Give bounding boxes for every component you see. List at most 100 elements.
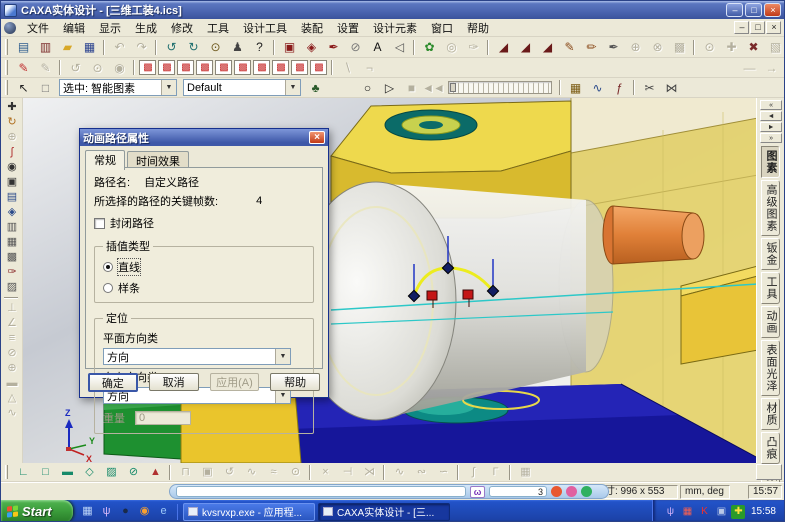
ok-button[interactable]: 确定 <box>88 373 138 392</box>
closed-path-checkbox[interactable] <box>94 218 105 229</box>
new-template-icon[interactable]: ▥ <box>35 39 55 56</box>
cancel-button[interactable]: 取消 <box>149 373 199 391</box>
sketch-corner-icon[interactable]: ∟ <box>13 465 33 480</box>
add-key-position-icon[interactable]: ▦ <box>565 79 585 96</box>
play-animation-icon[interactable]: ▷ <box>379 79 399 96</box>
radio-line[interactable] <box>103 262 113 272</box>
window-maximize-icon[interactable]: □ <box>745 3 762 17</box>
radio-spline-label[interactable]: 样条 <box>118 280 140 296</box>
menu-item-帮助[interactable]: 帮助 <box>460 19 496 37</box>
edit-curve-icon[interactable]: ✒ <box>603 39 623 56</box>
smooth-path-icon[interactable]: ∿ <box>587 79 607 96</box>
toolbar-grip[interactable] <box>5 80 8 94</box>
sketch-hatch-icon[interactable]: ▨ <box>101 465 121 480</box>
catalog-last-icon[interactable]: » <box>760 133 782 143</box>
save-file-icon[interactable]: ▦ <box>79 39 99 56</box>
design-tree-icon[interactable]: ♣ <box>305 79 325 96</box>
window-minimize-icon[interactable]: – <box>726 3 743 17</box>
new-file-icon[interactable]: ▤ <box>13 39 33 56</box>
hole-sphere-icon[interactable]: ▩ <box>291 60 308 75</box>
menu-item-设置[interactable]: 设置 <box>330 19 366 37</box>
zoom-window-icon[interactable]: ▣ <box>2 175 20 190</box>
radio-line-label[interactable]: 直线 <box>118 259 140 275</box>
dialog-title-bar[interactable]: 动画路径属性 × <box>80 129 328 146</box>
edit-profile-icon[interactable]: ✏ <box>581 39 601 56</box>
toolbar-grip[interactable] <box>5 465 8 479</box>
hole-cylinder-icon[interactable]: ▩ <box>272 60 289 75</box>
camera-move-icon[interactable]: ▥ <box>2 220 20 235</box>
sweep-tool-icon[interactable]: ✒ <box>323 39 343 56</box>
green-plus-icon[interactable]: ✚ <box>731 505 745 519</box>
menu-item-修改[interactable]: 修改 <box>164 19 200 37</box>
taskbar-task[interactable]: CAXA实体设计 - [三... <box>318 503 450 521</box>
catalog-tab-工具[interactable]: 工具 <box>761 272 780 304</box>
spin-view-icon[interactable]: ↻ <box>183 39 203 56</box>
edit-path-function-icon[interactable]: ƒ <box>609 79 629 96</box>
dialog-close-button[interactable]: × <box>309 131 325 144</box>
red-book-3-icon[interactable]: ◢ <box>537 39 557 56</box>
insert-cylinder-icon[interactable]: ▩ <box>158 60 175 75</box>
image-badge-icon[interactable] <box>566 486 577 497</box>
anchor-app-icon[interactable]: ψ <box>98 504 114 520</box>
zoom-in-icon[interactable]: ◉ <box>2 160 20 175</box>
sketch-circle-cut-icon[interactable]: ⊘ <box>123 465 143 480</box>
paint-brush-icon[interactable]: ✑ <box>2 265 20 280</box>
catalog-tab-动画[interactable]: 动画 <box>761 306 780 338</box>
extrude-tool-icon[interactable]: ▣ <box>279 39 299 56</box>
menu-item-文件[interactable]: 文件 <box>20 19 56 37</box>
kingsoft-k-icon[interactable]: K <box>697 505 711 519</box>
kingsoft-grid-icon[interactable]: ▦ <box>680 505 694 519</box>
fit-view-icon[interactable]: ▤ <box>2 190 20 205</box>
select-box-icon[interactable]: □ <box>35 79 55 96</box>
toolbar-end-button[interactable] <box>756 464 782 480</box>
document-restore-icon[interactable]: □ <box>750 21 765 34</box>
tab-general[interactable]: 常规 <box>85 150 125 170</box>
sketch-flag-icon[interactable]: ▲ <box>145 465 165 480</box>
help-button[interactable]: 帮助 <box>270 373 320 391</box>
collaboration-icon[interactable]: ♟ <box>227 39 247 56</box>
catalog-tab-凸痕[interactable]: 凸痕 <box>761 432 780 464</box>
anchor-tray-icon[interactable]: ψ <box>663 505 677 519</box>
chevron-down-icon[interactable]: ▼ <box>285 80 300 95</box>
camera-gauge-icon[interactable]: ⊙ <box>205 39 225 56</box>
word-badge-icon[interactable] <box>581 486 592 497</box>
start-button[interactable]: Start <box>1 500 73 522</box>
radio-spline[interactable] <box>103 283 113 293</box>
menu-item-装配[interactable]: 装配 <box>294 19 330 37</box>
hole-cone-icon[interactable]: ▩ <box>310 60 327 75</box>
menu-item-窗口[interactable]: 窗口 <box>424 19 460 37</box>
sketch-poly-icon[interactable]: ◇ <box>79 465 99 480</box>
select-cursor-icon[interactable]: ↖ <box>13 79 33 96</box>
catalog-tab-高级图素[interactable]: 高级图素 <box>761 180 780 236</box>
insert-torus-icon[interactable]: ▩ <box>215 60 232 75</box>
floating-bar-field[interactable] <box>176 486 466 497</box>
edit-sketch-icon[interactable]: ✎ <box>559 39 579 56</box>
open-file-icon[interactable]: ▰ <box>57 39 77 56</box>
menu-item-设计元素[interactable]: 设计元素 <box>366 19 424 37</box>
show-desktop-icon[interactable]: ▦ <box>79 504 95 520</box>
menu-item-设计工具[interactable]: 设计工具 <box>236 19 294 37</box>
floating-language-bar[interactable]: ω 3 <box>169 484 609 499</box>
dictionary-icon[interactable]: ω <box>470 486 485 498</box>
red-book-1-icon[interactable]: ◢ <box>493 39 513 56</box>
sketch-bar-icon[interactable]: ▬ <box>57 465 77 480</box>
camera-film-icon[interactable]: ▦ <box>2 235 20 250</box>
plane-direction-dropdown[interactable]: 方向 ▼ <box>103 348 291 365</box>
internet-explorer-icon[interactable]: e <box>155 504 171 520</box>
catalog-tab-表面光泽[interactable]: 表面光泽 <box>761 340 780 396</box>
record-animation-icon[interactable]: ○ <box>357 79 377 96</box>
window-close-icon[interactable]: × <box>764 3 781 17</box>
orbit-view-icon[interactable]: ↻ <box>2 115 20 130</box>
catalog-next-icon[interactable]: ► <box>760 122 782 132</box>
sketch-rect-icon[interactable]: □ <box>35 465 55 480</box>
render-style-dropdown[interactable]: Default ▼ <box>183 79 301 96</box>
catalog-tab-图素[interactable]: 图素 <box>761 146 780 178</box>
toolbar-grip[interactable] <box>5 60 8 74</box>
chevron-down-icon[interactable]: ▼ <box>161 80 176 95</box>
catalog-first-icon[interactable]: « <box>760 100 782 110</box>
display-tray-icon[interactable]: ▣ <box>714 505 728 519</box>
rotate-view-icon[interactable]: ↺ <box>161 39 181 56</box>
annotation-tool-icon[interactable]: ◁ <box>389 39 409 56</box>
walk-through-icon[interactable]: ʃ <box>2 145 20 160</box>
path-options-icon[interactable]: ⋈ <box>661 79 681 96</box>
